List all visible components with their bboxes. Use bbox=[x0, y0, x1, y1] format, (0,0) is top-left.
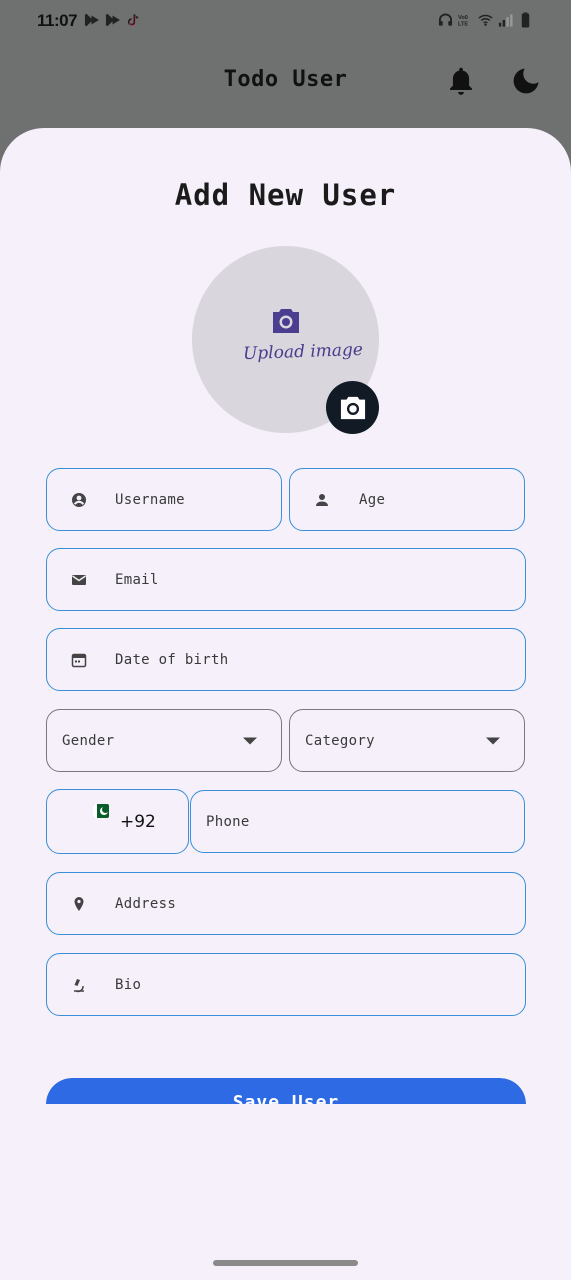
calendar-icon bbox=[71, 653, 87, 667]
bluesky-icon bbox=[84, 13, 99, 27]
country-code-picker[interactable]: +92 bbox=[46, 789, 189, 854]
battery-icon bbox=[521, 12, 530, 28]
country-code-value: +92 bbox=[120, 811, 156, 832]
username-field[interactable]: Username bbox=[46, 468, 282, 531]
category-dropdown[interactable]: Category bbox=[289, 709, 525, 772]
gender-dropdown[interactable]: Gender bbox=[46, 709, 282, 772]
camera-icon bbox=[340, 396, 365, 419]
status-bar: 11:07 Vo0 LTE bbox=[0, 0, 571, 44]
category-label: Category bbox=[305, 732, 375, 749]
bluesky-icon bbox=[105, 13, 120, 27]
username-label: Username bbox=[115, 491, 185, 508]
mail-icon bbox=[72, 574, 86, 585]
address-label: Address bbox=[115, 895, 177, 912]
save-button-clip: Save User bbox=[46, 1078, 526, 1104]
email-field[interactable]: Email bbox=[46, 548, 526, 611]
app-title: Todo User bbox=[223, 67, 348, 92]
upload-image-label: Upload image bbox=[242, 339, 364, 365]
microscope-icon bbox=[74, 978, 84, 992]
moon-icon[interactable] bbox=[511, 66, 541, 96]
bell-icon[interactable] bbox=[447, 66, 475, 96]
gender-label: Gender bbox=[62, 732, 115, 749]
person-icon bbox=[316, 493, 328, 506]
phone-field[interactable]: Phone bbox=[190, 790, 525, 853]
account-circle-icon bbox=[72, 492, 86, 507]
status-time: 11:07 bbox=[37, 11, 78, 30]
camera-button[interactable] bbox=[326, 381, 379, 434]
system-icons: Vo0 LTE bbox=[438, 12, 533, 28]
bio-field[interactable]: Bio bbox=[46, 953, 526, 1016]
location-pin-icon bbox=[74, 896, 84, 911]
form-title: Add New User bbox=[174, 178, 397, 212]
wifi-icon bbox=[478, 14, 493, 26]
age-label: Age bbox=[359, 491, 386, 508]
tiktok-icon bbox=[127, 14, 139, 27]
dropdown-arrow-icon bbox=[243, 737, 257, 744]
notification-icons bbox=[84, 12, 141, 28]
dropdown-arrow-icon bbox=[486, 737, 500, 744]
age-field[interactable]: Age bbox=[289, 468, 525, 531]
volte-icon: Vo0LTE bbox=[458, 15, 468, 28]
home-indicator[interactable] bbox=[213, 1260, 358, 1266]
date-of-birth-label: Date of birth bbox=[115, 651, 229, 668]
address-field[interactable]: Address bbox=[46, 872, 526, 935]
phone-label: Phone bbox=[206, 813, 250, 830]
bio-label: Bio bbox=[115, 976, 142, 993]
headphones-icon bbox=[438, 13, 453, 26]
pakistan-flag-icon bbox=[93, 804, 109, 818]
save-user-button[interactable]: Save User bbox=[46, 1078, 526, 1104]
signal-icon bbox=[498, 14, 513, 27]
svg-text:LTE: LTE bbox=[458, 22, 468, 28]
email-label: Email bbox=[115, 571, 159, 588]
app-bar: Todo User bbox=[0, 44, 571, 128]
camera-icon bbox=[273, 309, 299, 333]
svg-text:Vo0: Vo0 bbox=[458, 15, 468, 21]
date-of-birth-field[interactable]: Date of birth bbox=[46, 628, 526, 691]
